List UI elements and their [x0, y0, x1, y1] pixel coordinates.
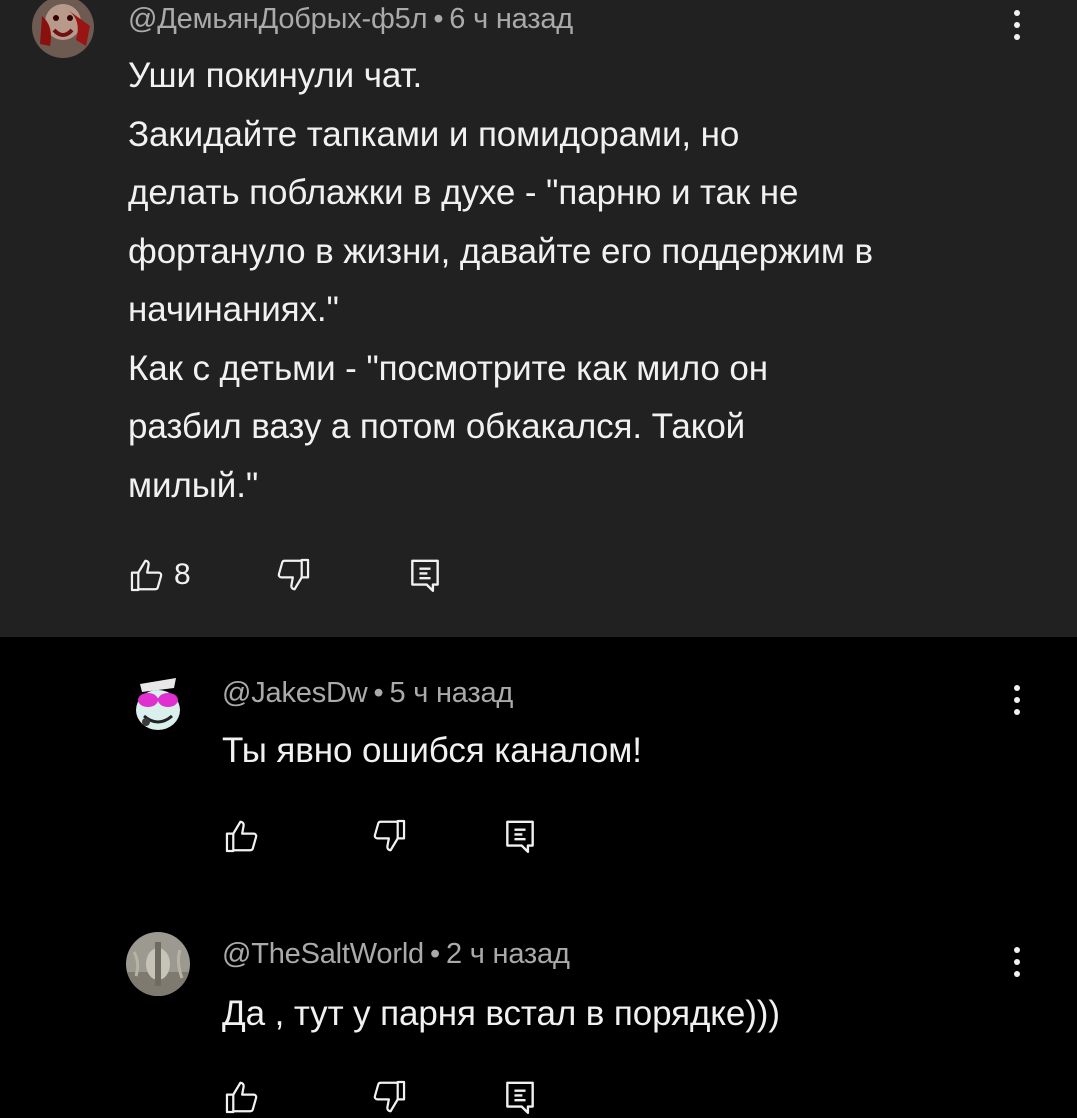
comment-time: 2 ч назад [445, 938, 570, 970]
reply-button[interactable] [502, 817, 538, 855]
comment-text: Ты явно ошибся каналом! [222, 731, 642, 770]
more-vertical-icon[interactable] [1002, 3, 1032, 47]
comment-item: @TheSaltWorld • 2 ч назад Да , тут у парня… [0, 899, 1077, 1118]
like-button[interactable] [223, 817, 269, 855]
reply-button[interactable] [407, 556, 443, 594]
meta-separator: • [373, 677, 384, 709]
meta-separator: • [433, 3, 444, 35]
thumbs-up-icon [223, 817, 261, 855]
like-button[interactable]: 8 [128, 556, 191, 594]
comment-text: Уши покинули чат. Закидайте тапками и по… [128, 56, 873, 505]
comment-text: Да , тут у парня встал в порядке))) [222, 994, 780, 1033]
comment-item: @ДемьянДобрых-ф5л • 6 ч назад Уши покинули… [0, 0, 1077, 637]
avatar[interactable] [126, 932, 190, 996]
author-name[interactable]: @TheSaltWorld [222, 938, 424, 970]
thumbs-up-icon [223, 1078, 261, 1116]
like-count: 8 [174, 558, 191, 591]
comment-time: 6 ч назад [449, 3, 573, 35]
reply-comment-icon [407, 556, 443, 594]
comment-time: 5 ч назад [389, 677, 514, 709]
thumbs-down-icon [370, 817, 408, 855]
comment-meta: @ДемьянДобрых-ф5л • 6 ч назад [128, 3, 573, 36]
reply-button[interactable] [502, 1078, 538, 1116]
thumbs-down-icon [274, 556, 312, 594]
comment-item: @JakesDw • 5 ч назад Ты явно ошибся канало… [0, 637, 1077, 899]
comments-thread: @ДемьянДобрых-ф5л • 6 ч назад Уши покинули… [0, 0, 1077, 1118]
avatar[interactable] [126, 670, 190, 734]
more-vertical-icon[interactable] [1002, 678, 1032, 722]
like-button[interactable] [223, 1078, 269, 1116]
thumbs-up-icon [128, 556, 166, 594]
dislike-button[interactable] [274, 556, 312, 594]
comment-meta: @TheSaltWorld • 2 ч назад [222, 938, 570, 971]
reply-comment-icon [502, 817, 538, 855]
reply-comment-icon [502, 1078, 538, 1116]
author-name[interactable]: @ДемьянДобрых-ф5л [128, 3, 428, 35]
avatar[interactable] [32, 0, 94, 58]
author-name[interactable]: @JakesDw [222, 677, 368, 709]
dislike-button[interactable] [370, 1078, 408, 1116]
comment-meta: @JakesDw • 5 ч назад [222, 677, 513, 710]
dislike-button[interactable] [370, 817, 408, 855]
meta-separator: • [430, 938, 440, 970]
thumbs-down-icon [370, 1078, 408, 1116]
more-vertical-icon[interactable] [1002, 940, 1032, 984]
